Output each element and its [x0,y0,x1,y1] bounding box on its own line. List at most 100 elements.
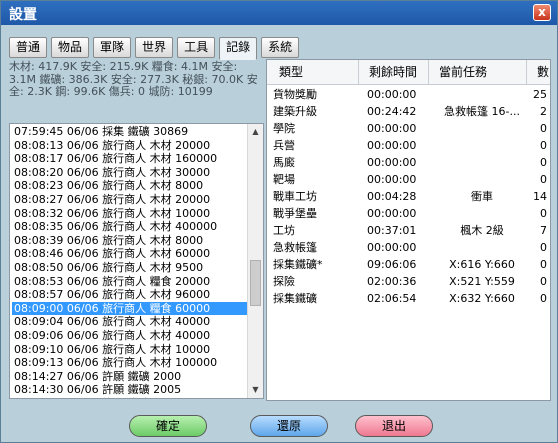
log-entry[interactable]: 08:08:57 06/06 旅行商人 木材 96000 [12,288,248,302]
column-header[interactable]: 當前任務 [429,60,527,85]
table-row[interactable]: 採集鐵礦* 09:06:06 X:616 Y:660 0 [267,256,550,273]
tab-0[interactable]: 普通 [9,37,48,58]
table-cell: X:616 Y:660 [449,258,515,271]
table-cell: 靶場 [273,173,295,186]
log-entry[interactable]: 08:09:04 06/06 旅行商人 木材 40000 [12,315,248,329]
table-cell: 戰車工坊 [273,190,317,203]
log-entry[interactable]: 08:08:53 06/06 旅行商人 糧食 20000 [12,275,248,289]
tab-1[interactable]: 物品 [51,37,90,58]
table-cell: 00:24:42 [367,105,417,118]
table-cell: X:632 Y:660 [449,292,515,305]
table-row[interactable]: 戰車工坊 00:04:28 衝車 14 [267,188,550,205]
table-cell: 0 [540,122,547,135]
timer-table: 類型 剩餘時間 當前任務數 貨物獎勵 00:00:00 25 建築升級 00:24:42 急救… [266,59,551,401]
table-cell: 0 [540,139,547,152]
table-cell: 採集鐵礦 [273,292,317,305]
table-cell: 00:04:28 [367,190,417,203]
button-bar: 確定 還原 退出 [1,415,557,439]
log-entry[interactable]: 08:08:23 06/06 旅行商人 木材 8000 [12,179,248,193]
ok-button[interactable]: 確定 [129,415,207,437]
log-listbox[interactable]: 07:59:45 06/06 採集 鐵礦 30869 08:08:13 06/06… [9,123,264,399]
resource-stats-line: 全: 2.3K 鋼: 99.6K 傷兵: 0 城防: 10199 [9,85,213,98]
column-header[interactable]: 剩餘時間 [359,60,429,85]
table-row[interactable]: 急救帳篷 00:00:00 0 [267,239,550,256]
log-scrollbar[interactable]: ▲ ▼ [247,124,263,398]
log-entry[interactable]: 08:09:13 06/06 旅行商人 木材 100000 [12,356,248,370]
table-cell: 衝車 [471,190,493,203]
log-list: 07:59:45 06/06 採集 鐵礦 30869 08:08:13 06/06… [12,125,248,398]
settings-window: 設置 x 普通 物品 軍隊 世界 工具 記錄 系統 木材: 417.9K 安全: 215.9… [0,0,558,443]
scroll-up-arrow-icon[interactable]: ▲ [248,124,263,140]
table-cell: 0 [540,275,547,288]
tab-5[interactable]: 記錄 [219,37,258,60]
table-cell: 探險 [273,275,295,288]
table-row[interactable]: 採集鐵礦 02:06:54 X:632 Y:660 0 [267,290,550,307]
log-entry[interactable]: 08:08:32 06/06 旅行商人 木材 10000 [12,207,248,221]
log-entry[interactable]: 08:14:27 06/06 許願 鐵礦 2000 [12,370,248,384]
scroll-thumb[interactable] [250,260,261,306]
log-entry[interactable]: 08:08:35 06/06 旅行商人 木材 400000 [12,220,248,234]
window-title: 設置 [9,7,37,23]
table-cell: 00:00:00 [367,241,417,254]
table-cell: 急救帳篷 [273,241,317,254]
table-cell: 02:00:36 [367,275,417,288]
reset-button[interactable]: 還原 [250,415,328,437]
log-entry[interactable]: 08:08:39 06/06 旅行商人 木材 8000 [12,234,248,248]
table-row[interactable]: 探險 02:00:36 X:521 Y:559 0 [267,273,550,290]
table-cell: 2 [540,105,547,118]
log-entry[interactable]: 08:08:27 06/06 旅行商人 木材 20000 [12,193,248,207]
table-cell: 急救帳篷 16-... [444,105,520,118]
table-row[interactable]: 馬廄 00:00:00 0 [267,154,550,171]
table-cell: 0 [540,156,547,169]
log-entry[interactable]: 08:09:10 06/06 旅行商人 木材 10000 [12,343,248,357]
log-entry[interactable]: 08:08:20 06/06 旅行商人 木材 30000 [12,166,248,180]
exit-button[interactable]: 退出 [355,415,433,437]
table-row[interactable]: 靶場 00:00:00 0 [267,171,550,188]
log-entry[interactable]: 08:09:00 06/06 旅行商人 糧食 60000 [12,301,248,316]
table-cell: 0 [540,241,547,254]
log-entry[interactable]: 08:14:30 06/06 許願 鐵礦 2005 [12,383,248,397]
table-row[interactable]: 建築升級 00:24:42 急救帳篷 16-... 2 [267,103,550,120]
table-cell: 25 [533,88,547,101]
tab-6[interactable]: 系統 [261,37,300,58]
resource-stats-line: 木材: 417.9K 安全: 215.9K 糧食: 4.1M 安全: [9,60,238,73]
table-cell: 09:06:06 [367,258,417,271]
table-row[interactable]: 兵營 00:00:00 0 [267,137,550,154]
tab-2[interactable]: 軍隊 [93,37,132,58]
table-cell: 建築升級 [273,105,317,118]
table-cell: 馬廄 [273,156,295,169]
table-cell: 00:00:00 [367,122,417,135]
column-header[interactable]: 類型 [267,60,359,85]
log-entry[interactable]: 07:59:45 06/06 採集 鐵礦 30869 [12,125,248,139]
record-left-panel: 木材: 417.9K 安全: 215.9K 糧食: 4.1M 安全: 3.1M … [5,59,264,401]
table-cell: 戰爭堡壘 [273,207,317,220]
close-icon: x [538,5,546,19]
table-cell: 工坊 [273,224,295,237]
log-entry[interactable]: 08:08:46 06/06 旅行商人 木材 60000 [12,247,248,261]
column-header[interactable]: 數 [527,60,550,85]
table-cell: 14 [533,190,547,203]
table-cell: 00:00:00 [367,88,417,101]
log-entry[interactable]: 08:14:33 06/06 許願 鐵礦 2011 [12,397,248,398]
table-cell: 0 [540,207,547,220]
table-row[interactable]: 戰爭堡壘 00:00:00 0 [267,205,550,222]
table-cell: 00:00:00 [367,156,417,169]
tab-4[interactable]: 工具 [177,37,216,58]
table-row[interactable]: 學院 00:00:00 0 [267,120,550,137]
log-entry[interactable]: 08:08:17 06/06 旅行商人 木材 160000 [12,152,248,166]
table-header: 類型 剩餘時間 當前任務數 [267,60,550,85]
title-bar[interactable]: 設置 x [1,1,557,25]
close-button[interactable]: x [533,4,551,21]
table-row[interactable]: 貨物獎勵 00:00:00 25 [267,86,550,103]
table-cell: 00:37:01 [367,224,417,237]
log-entry[interactable]: 08:08:13 06/06 旅行商人 木材 20000 [12,139,248,153]
table-cell: 貨物獎勵 [273,88,317,101]
table-cell: 學院 [273,122,295,135]
table-cell: 02:06:54 [367,292,417,305]
scroll-down-arrow-icon[interactable]: ▼ [248,382,263,398]
log-entry[interactable]: 08:09:06 06/06 旅行商人 木材 40000 [12,329,248,343]
table-row[interactable]: 工坊 00:37:01 楓木 2級 7 [267,222,550,239]
log-entry[interactable]: 08:08:50 06/06 旅行商人 木材 9500 [12,261,248,275]
table-cell: X:521 Y:559 [449,275,515,288]
tab-3[interactable]: 世界 [135,37,174,58]
